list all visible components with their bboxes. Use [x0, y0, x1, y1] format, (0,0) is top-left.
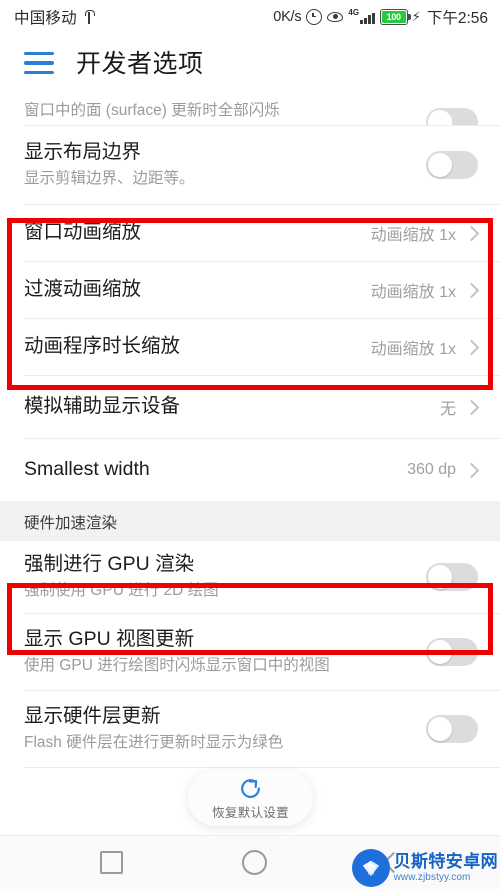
list-item-transition-animation-scale[interactable]: 过渡动画缩放 动画缩放 1x: [0, 262, 500, 318]
list-item-subtitle: 强制使用 GPU 进行 2D 绘图: [24, 581, 219, 599]
list-item-title: 过渡动画缩放: [24, 278, 142, 301]
list-item-title: 强制进行 GPU 渲染: [24, 553, 195, 576]
chevron-right-icon: [463, 399, 480, 415]
restore-defaults-label: 恢复默认设置: [212, 805, 289, 820]
list-item-title: 显示布局边界: [24, 141, 142, 164]
toggle-switch[interactable]: [426, 108, 478, 125]
list-item-subtitle: 使用 GPU 进行绘图时闪烁显示窗口中的视图: [24, 656, 330, 674]
charging-bolt-icon: ⚡: [411, 9, 421, 24]
watermark-text: 贝斯特安卓网 www.zjbstyy.com: [394, 853, 498, 883]
phone-screen: 中国移动 0K/s 4G 100 ⚡ 下午2:56 开发者选项 窗口中的面 (s…: [0, 0, 500, 889]
section-header-hardware-acceleration: 硬件加速渲染: [0, 501, 500, 541]
settings-list[interactable]: 窗口中的面 (surface) 更新时全部闪烁 显示布局边界 显示剪辑边界、边距…: [0, 90, 500, 835]
signal-strength-icon: 4G: [348, 8, 375, 24]
restore-defaults-button[interactable]: 恢复默认设置: [188, 770, 313, 826]
battery-level-label: 100: [386, 12, 401, 22]
refresh-restore-icon: [241, 778, 260, 798]
list-item-title: 模拟辅助显示设备: [24, 395, 181, 418]
list-item-subtitle: 显示剪辑边界、边距等。: [24, 169, 195, 187]
watermark-name: 贝斯特安卓网: [393, 852, 498, 871]
toggle-switch[interactable]: [426, 563, 478, 591]
network-speed-label: 0K/s: [273, 9, 302, 25]
list-item-title: Smallest width: [24, 458, 150, 481]
list-item-clipped[interactable]: 窗口中的面 (surface) 更新时全部闪烁: [0, 90, 500, 125]
chevron-right-icon: [463, 339, 480, 355]
clock-label: 下午2:56: [426, 10, 488, 27]
watermark-logo-icon: [351, 849, 390, 887]
list-item-title: 动画程序时长缩放: [24, 335, 181, 358]
list-item-value: 动画缩放 1x: [370, 284, 456, 301]
eye-icon: [327, 11, 344, 23]
list-item-title: 窗口动画缩放: [24, 221, 142, 244]
list-item-simulate-secondary-displays[interactable]: 模拟辅助显示设备 无: [0, 376, 500, 438]
chevron-right-icon: [463, 282, 480, 298]
list-item-value: 无: [439, 401, 456, 418]
toggle-switch[interactable]: [426, 638, 478, 666]
usb-icon: [83, 9, 96, 25]
toggle-switch[interactable]: [426, 715, 478, 743]
status-bar-left: 中国移动: [14, 6, 96, 28]
status-bar-right: 0K/s 4G 100 ⚡ 下午2:56: [273, 6, 488, 28]
alarm-clock-icon: [306, 9, 323, 25]
list-item-value: 动画缩放 1x: [370, 227, 456, 244]
list-item-show-layout-bounds[interactable]: 显示布局边界 显示剪辑边界、边距等。: [0, 126, 500, 204]
list-item-title: 显示硬件层更新: [24, 705, 161, 728]
watermark-url: www.zjbstyy.com: [393, 872, 471, 883]
chevron-right-icon: [463, 462, 480, 478]
circle-home-icon[interactable]: [241, 850, 267, 875]
list-item-show-hardware-layer-updates[interactable]: 显示硬件层更新 Flash 硬件层在进行更新时显示为绿色: [0, 691, 500, 767]
list-item-title: 显示 GPU 视图更新: [24, 628, 195, 651]
list-item-subtitle: 窗口中的面 (surface) 更新时全部闪烁: [24, 102, 280, 119]
square-recents-icon[interactable]: [99, 851, 123, 874]
hamburger-menu-icon[interactable]: [24, 50, 54, 74]
divider: [24, 767, 500, 768]
list-item-force-gpu-rendering[interactable]: 强制进行 GPU 渲染 强制使用 GPU 进行 2D 绘图: [0, 541, 500, 613]
list-item-smallest-width[interactable]: Smallest width 360 dp: [0, 439, 500, 501]
list-item-show-gpu-view-updates[interactable]: 显示 GPU 视图更新 使用 GPU 进行绘图时闪烁显示窗口中的视图: [0, 614, 500, 690]
list-item-value: 动画缩放 1x: [370, 341, 456, 358]
status-bar: 中国移动 0K/s 4G 100 ⚡ 下午2:56: [0, 0, 500, 34]
app-header: 开发者选项: [0, 34, 500, 90]
list-item-value: 360 dp: [407, 461, 456, 478]
chevron-right-icon: [463, 225, 480, 241]
list-item-subtitle: Flash 硬件层在进行更新时显示为绿色: [24, 733, 284, 751]
network-type-label: 4G: [348, 8, 360, 17]
watermark: 贝斯特安卓网 www.zjbstyy.com: [351, 849, 498, 887]
list-item-animator-duration-scale[interactable]: 动画程序时长缩放 动画缩放 1x: [0, 319, 500, 375]
list-item-window-animation-scale[interactable]: 窗口动画缩放 动画缩放 1x: [0, 205, 500, 261]
toggle-switch[interactable]: [426, 151, 478, 179]
page-title: 开发者选项: [76, 50, 204, 78]
carrier-label: 中国移动: [14, 10, 77, 27]
battery-icon: 100: [379, 9, 411, 25]
